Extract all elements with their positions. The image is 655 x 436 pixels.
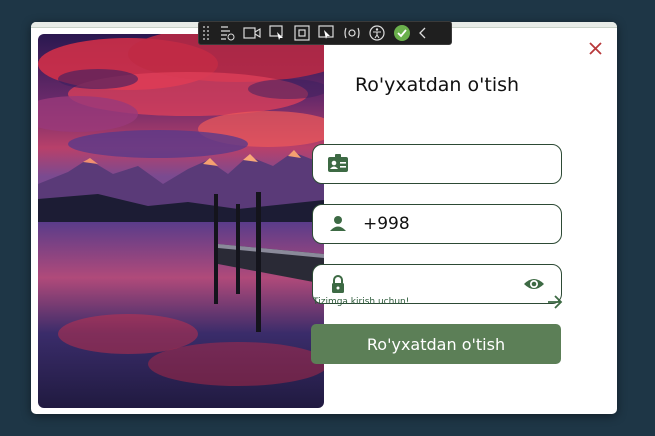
close-icon: [589, 42, 602, 55]
lock-icon: [327, 274, 349, 294]
password-input[interactable]: [363, 271, 513, 297]
phone-input[interactable]: [363, 211, 513, 237]
arrow-right-icon[interactable]: [546, 294, 564, 310]
id-card-icon: [327, 154, 349, 174]
track-focus-icon[interactable]: [316, 24, 338, 42]
checkmark-icon[interactable]: [391, 24, 413, 42]
person-icon: [327, 214, 349, 234]
register-button[interactable]: Ro'yxatdan o'tish: [311, 324, 561, 364]
landscape-image: [38, 34, 324, 408]
grip-icon[interactable]: [202, 25, 210, 41]
select-element-icon[interactable]: [266, 24, 288, 42]
id-card-field[interactable]: [312, 144, 562, 184]
phone-field[interactable]: [312, 204, 562, 244]
page-title: Ro'yxatdan o'tish: [354, 74, 520, 96]
debug-toolbar: [198, 21, 452, 45]
id-card-input[interactable]: [363, 151, 513, 177]
hot-reload-icon[interactable]: [341, 24, 363, 42]
login-link[interactable]: Tizimga kirish uchun!: [313, 297, 409, 307]
eye-icon[interactable]: [523, 275, 545, 293]
accessibility-icon[interactable]: [366, 24, 388, 42]
video-icon[interactable]: [241, 24, 263, 42]
live-tree-icon[interactable]: [216, 24, 238, 42]
collapse-chevron-icon[interactable]: [416, 24, 430, 42]
display-layout-icon[interactable]: [291, 24, 313, 42]
close-button[interactable]: [586, 39, 606, 59]
